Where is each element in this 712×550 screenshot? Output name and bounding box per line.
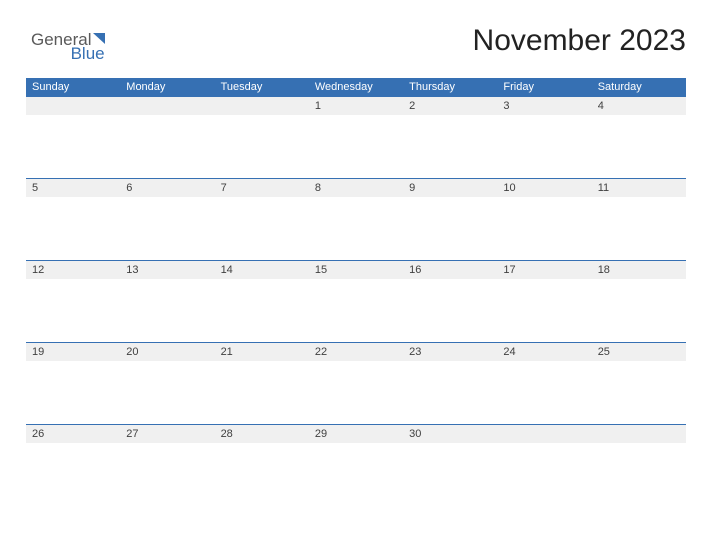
weekday-header: Wednesday bbox=[309, 78, 403, 96]
day-cell: 25 bbox=[592, 343, 686, 424]
day-cell: 2 bbox=[403, 97, 497, 178]
day-cell: 13 bbox=[120, 261, 214, 342]
day-cell: 7 bbox=[215, 179, 309, 260]
week-row: 19 20 21 22 23 24 25 bbox=[26, 342, 686, 424]
day-cell: 17 bbox=[497, 261, 591, 342]
day-cell: 14 bbox=[215, 261, 309, 342]
weekday-header: Friday bbox=[497, 78, 591, 96]
day-cell: 20 bbox=[120, 343, 214, 424]
day-cell: 26 bbox=[26, 425, 120, 506]
day-cell bbox=[120, 97, 214, 178]
day-cell: 11 bbox=[592, 179, 686, 260]
day-cell: 22 bbox=[309, 343, 403, 424]
month-title: November 2023 bbox=[473, 24, 686, 58]
day-cell: 16 bbox=[403, 261, 497, 342]
day-cell: 1 bbox=[309, 97, 403, 178]
day-cell bbox=[26, 97, 120, 178]
calendar: Sunday Monday Tuesday Wednesday Thursday… bbox=[26, 78, 686, 506]
week-row: 26 27 28 29 30 bbox=[26, 424, 686, 506]
day-cell: 5 bbox=[26, 179, 120, 260]
week-header: Sunday Monday Tuesday Wednesday Thursday… bbox=[26, 78, 686, 96]
week-row: 1 2 3 4 bbox=[26, 96, 686, 178]
day-cell: 12 bbox=[26, 261, 120, 342]
week-row: 12 13 14 15 16 17 18 bbox=[26, 260, 686, 342]
logo-word-2: Blue bbox=[71, 44, 105, 64]
day-cell: 29 bbox=[309, 425, 403, 506]
weekday-header: Sunday bbox=[26, 78, 120, 96]
day-cell bbox=[215, 97, 309, 178]
day-cell: 19 bbox=[26, 343, 120, 424]
weekday-header: Tuesday bbox=[215, 78, 309, 96]
day-cell: 21 bbox=[215, 343, 309, 424]
day-cell: 8 bbox=[309, 179, 403, 260]
day-cell bbox=[592, 425, 686, 506]
week-row: 5 6 7 8 9 10 11 bbox=[26, 178, 686, 260]
weekday-header: Saturday bbox=[592, 78, 686, 96]
day-cell: 30 bbox=[403, 425, 497, 506]
weekday-header: Monday bbox=[120, 78, 214, 96]
day-cell: 28 bbox=[215, 425, 309, 506]
day-cell: 9 bbox=[403, 179, 497, 260]
day-cell: 18 bbox=[592, 261, 686, 342]
day-cell: 3 bbox=[497, 97, 591, 178]
day-cell: 27 bbox=[120, 425, 214, 506]
day-cell bbox=[497, 425, 591, 506]
day-cell: 4 bbox=[592, 97, 686, 178]
day-cell: 15 bbox=[309, 261, 403, 342]
day-cell: 23 bbox=[403, 343, 497, 424]
weekday-header: Thursday bbox=[403, 78, 497, 96]
day-cell: 10 bbox=[497, 179, 591, 260]
day-cell: 6 bbox=[120, 179, 214, 260]
day-cell: 24 bbox=[497, 343, 591, 424]
